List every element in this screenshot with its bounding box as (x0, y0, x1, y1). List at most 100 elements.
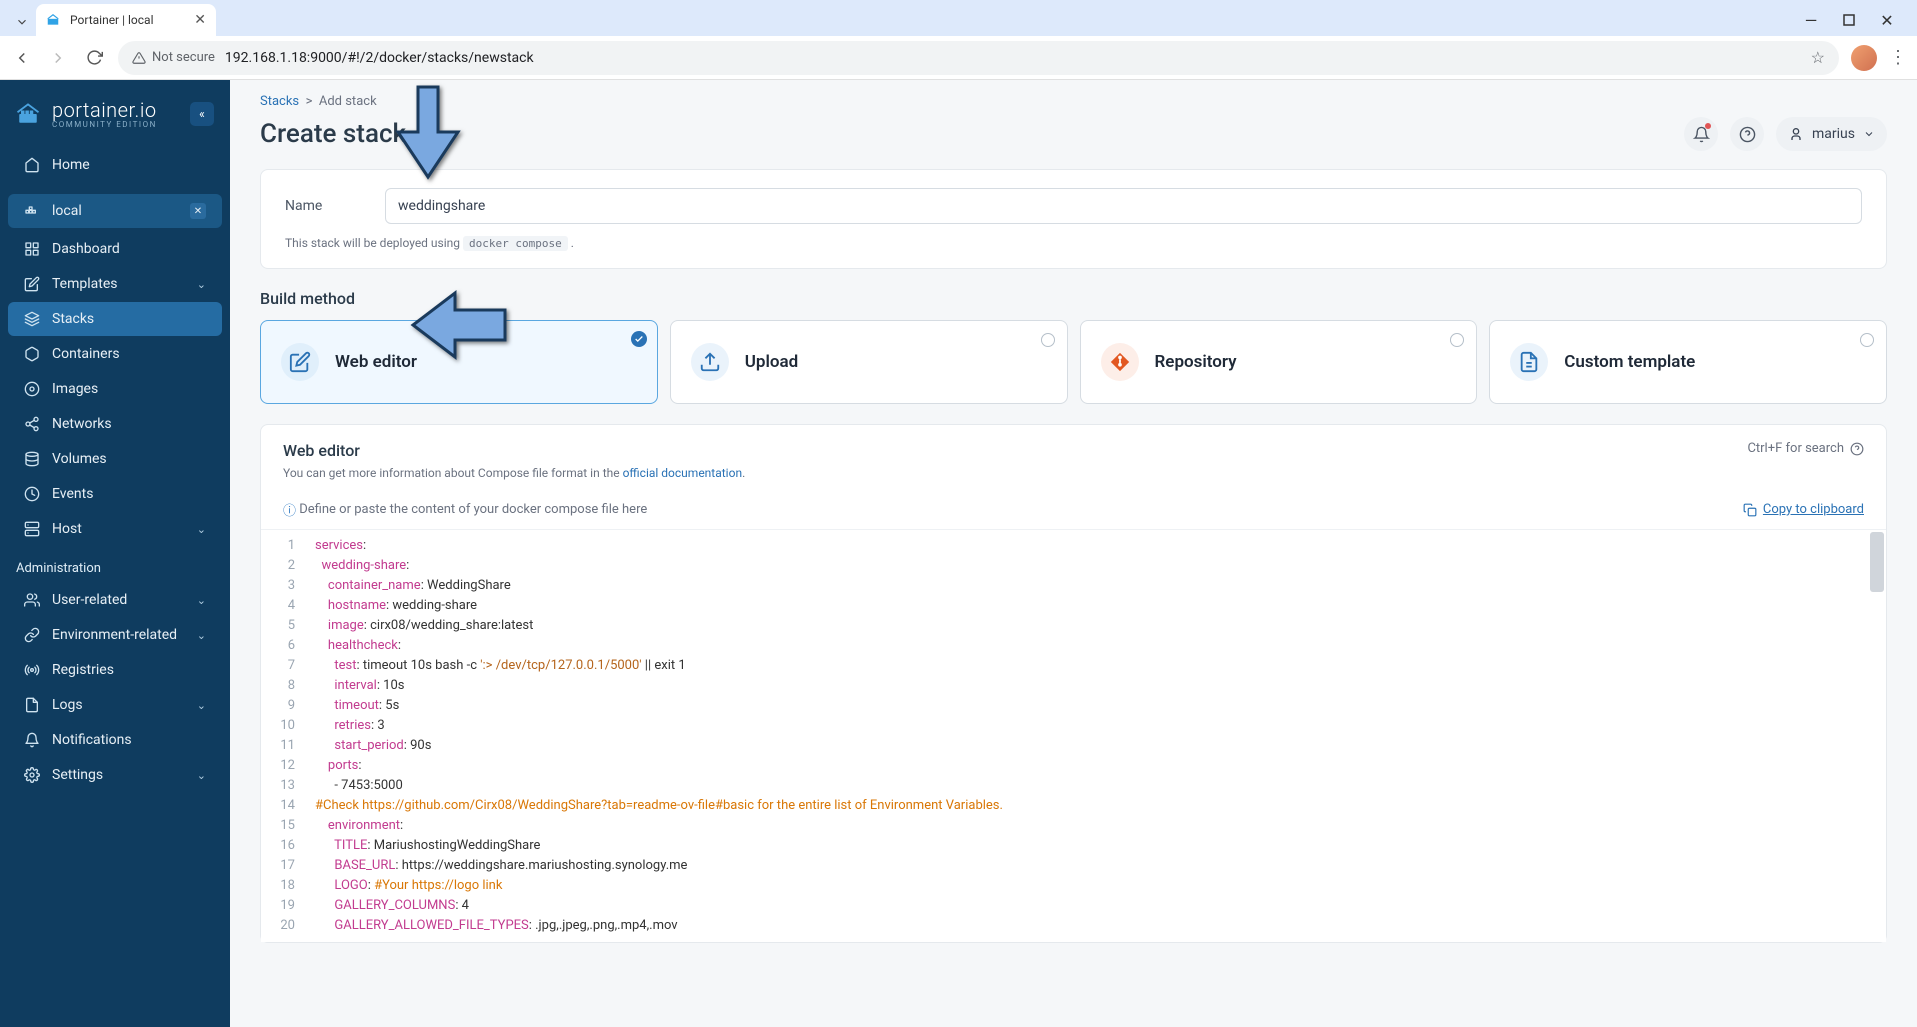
build-method-web-editor[interactable]: Web editor (260, 320, 658, 404)
server-icon (24, 521, 40, 537)
clock-icon (24, 486, 40, 502)
copy-to-clipboard-link[interactable]: Copy to clipboard (1743, 502, 1864, 517)
sidebar-item-user-related[interactable]: User-related⌄ (8, 583, 222, 617)
stack-name-input[interactable] (385, 188, 1862, 224)
build-method-upload[interactable]: Upload (670, 320, 1068, 404)
info-icon: ⓘ (283, 500, 296, 519)
breadcrumb-current: Add stack (319, 94, 377, 109)
sidebar-item-networks[interactable]: Networks (8, 407, 222, 441)
sidebar-item-stacks[interactable]: Stacks (8, 302, 222, 336)
method-icon (1101, 343, 1139, 381)
copy-icon (1743, 503, 1757, 517)
database-icon (24, 451, 40, 467)
chevron-down-icon (1863, 128, 1875, 140)
sidebar-item-local[interactable]: local✕ (8, 194, 222, 228)
method-icon (1510, 343, 1548, 381)
editor-subtitle: You can get more information about Compo… (283, 466, 745, 480)
user-menu[interactable]: marius (1776, 117, 1887, 151)
profile-avatar-icon[interactable] (1851, 45, 1877, 71)
admin-section-label: Administration (0, 547, 230, 582)
brand-name: portainer.io (52, 98, 157, 122)
link-icon (24, 627, 40, 643)
chevron-down-icon: ⌄ (197, 629, 206, 642)
breadcrumb: Stacks > Add stack (230, 80, 1917, 109)
chevron-down-icon: ⌄ (197, 523, 206, 536)
tab-close-icon[interactable]: ✕ (194, 12, 206, 28)
not-secure-badge[interactable]: Not secure (132, 50, 215, 65)
sidebar-item-notifications[interactable]: Notifications (8, 723, 222, 757)
deploy-note: This stack will be deployed using docker… (285, 236, 1862, 250)
method-icon (281, 343, 319, 381)
close-window-icon[interactable]: ✕ (1877, 10, 1897, 30)
editor-panel: Web editor You can get more information … (260, 424, 1887, 943)
back-icon[interactable] (10, 46, 34, 70)
gear-icon (24, 767, 40, 783)
collapse-sidebar-icon[interactable]: « (190, 102, 214, 126)
main-content: Stacks > Add stack Create stack marius (230, 80, 1917, 1027)
url-input[interactable]: Not secure 192.168.1.18:9000/#!/2/docker… (118, 41, 1839, 75)
close-env-icon[interactable]: ✕ (190, 203, 206, 219)
home-icon (24, 157, 40, 173)
address-bar: Not secure 192.168.1.18:9000/#!/2/docker… (0, 36, 1917, 80)
box-icon (24, 346, 40, 362)
name-label: Name (285, 198, 345, 214)
forward-icon[interactable] (46, 46, 70, 70)
sidebar-item-templates[interactable]: Templates⌄ (8, 267, 222, 301)
reload-icon[interactable] (82, 46, 106, 70)
username: marius (1812, 126, 1855, 142)
sidebar-item-volumes[interactable]: Volumes (8, 442, 222, 476)
browser-menu-icon[interactable]: ⋮ (1889, 47, 1907, 68)
sidebar-item-images[interactable]: Images (8, 372, 222, 406)
chevron-down-icon: ⌄ (197, 278, 206, 291)
sidebar-item-logs[interactable]: Logs⌄ (8, 688, 222, 722)
method-icon (691, 343, 729, 381)
editor-scrollbar[interactable] (1870, 532, 1884, 592)
sidebar-item-registries[interactable]: Registries (8, 653, 222, 687)
notifications-icon[interactable] (1684, 117, 1718, 151)
editor-placeholder: Define or paste the content of your dock… (299, 502, 647, 517)
edit-icon (24, 276, 40, 292)
radio-icon (24, 662, 40, 678)
layers-icon (24, 311, 40, 327)
official-docs-link[interactable]: official documentation (623, 466, 743, 480)
refresh-icon[interactable] (416, 119, 434, 149)
code-editor[interactable]: 1234567891011121314151617181920 services… (261, 529, 1886, 942)
sidebar-item-environment-related[interactable]: Environment-related⌄ (8, 618, 222, 652)
docker-icon (24, 203, 40, 219)
maximize-icon[interactable] (1839, 10, 1859, 30)
grid-icon (24, 241, 40, 257)
sidebar: portainer.io COMMUNITY EDITION « Home loc… (0, 80, 230, 1027)
editor-title: Web editor (283, 441, 745, 460)
chevron-down-icon: ⌄ (197, 769, 206, 782)
tabs-dropdown-icon[interactable] (8, 8, 36, 36)
sidebar-item-home[interactable]: Home (8, 148, 222, 182)
brand-edition: COMMUNITY EDITION (52, 120, 157, 129)
minimize-icon[interactable]: — (1801, 10, 1821, 30)
browser-tab[interactable]: Portainer | local ✕ (36, 4, 216, 36)
sidebar-item-events[interactable]: Events (8, 477, 222, 511)
file-icon (24, 697, 40, 713)
sidebar-item-settings[interactable]: Settings⌄ (8, 758, 222, 792)
radio-icon (1450, 333, 1464, 347)
tab-bar: Portainer | local ✕ — ✕ (0, 0, 1917, 36)
portainer-logo-icon (14, 100, 42, 128)
build-method-repository[interactable]: Repository (1080, 320, 1478, 404)
sidebar-item-dashboard[interactable]: Dashboard (8, 232, 222, 266)
sidebar-item-host[interactable]: Host⌄ (8, 512, 222, 546)
window-controls: — ✕ (1801, 10, 1909, 36)
logo: portainer.io COMMUNITY EDITION « (0, 94, 230, 147)
bookmark-icon[interactable]: ☆ (1811, 48, 1825, 67)
chevron-down-icon: ⌄ (197, 699, 206, 712)
portainer-favicon-icon (46, 12, 62, 28)
sidebar-item-containers[interactable]: Containers (8, 337, 222, 371)
user-icon (1788, 126, 1804, 142)
breadcrumb-stacks-link[interactable]: Stacks (260, 94, 299, 109)
disc-icon (24, 381, 40, 397)
tab-title: Portainer | local (70, 13, 186, 27)
build-method-heading: Build method (260, 289, 1887, 308)
bell-icon (24, 732, 40, 748)
build-method-custom-template[interactable]: Custom template (1489, 320, 1887, 404)
help-circle-icon (1850, 442, 1864, 456)
name-panel: Name This stack will be deployed using d… (260, 169, 1887, 269)
help-icon[interactable] (1730, 117, 1764, 151)
